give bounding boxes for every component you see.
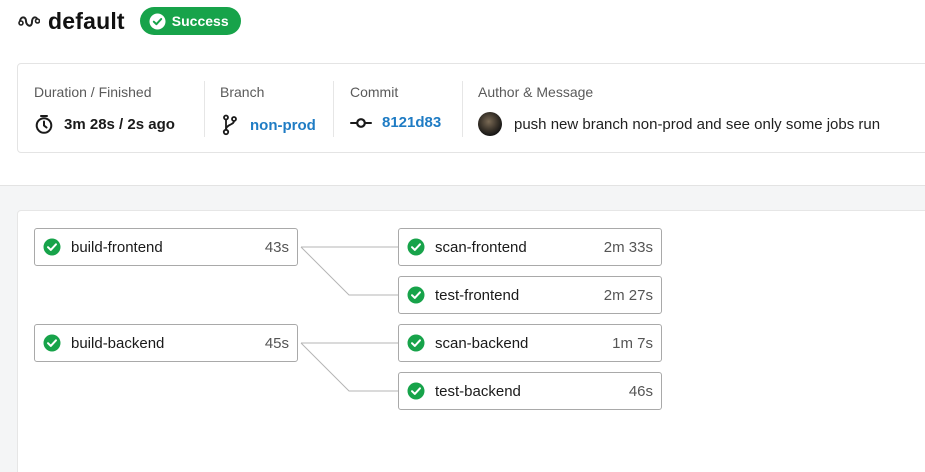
page-title: default <box>48 7 125 34</box>
commit-link[interactable]: 8121d83 <box>382 114 441 131</box>
job-name: test-backend <box>435 382 521 400</box>
job-name: scan-frontend <box>435 238 527 256</box>
duration-section: Duration / Finished 3m 28s / 2s ago <box>34 64 204 152</box>
stopwatch-icon <box>34 114 54 134</box>
duration-value: 3m 28s / 2s ago <box>34 114 175 134</box>
branch-value: non-prod <box>220 114 316 136</box>
author-section: Author & Message push new branch non-pro… <box>478 64 925 152</box>
pipeline-graph: build-frontend 43s build-backend 45s sca… <box>17 210 925 472</box>
success-check-icon <box>407 382 425 400</box>
success-check-icon <box>43 238 61 256</box>
commit-label: Commit <box>350 84 399 100</box>
job-scan-frontend[interactable]: scan-frontend 2m 33s <box>398 228 662 266</box>
avatar[interactable] <box>478 112 502 136</box>
job-duration: 2m 27s <box>603 286 653 304</box>
author-value: push new branch non-prod and see only so… <box>478 112 880 136</box>
commit-section: Commit 8121d83 <box>350 64 460 152</box>
job-name: scan-backend <box>435 334 529 352</box>
branch-icon <box>220 114 240 136</box>
status-label: Success <box>171 13 229 29</box>
job-scan-backend[interactable]: scan-backend 1m 7s <box>398 324 662 362</box>
run-info-card: Duration / Finished 3m 28s / 2s ago Bran… <box>17 63 925 153</box>
title-row: default Success <box>18 6 241 36</box>
job-build-backend[interactable]: build-backend 45s <box>34 324 298 362</box>
success-check-icon <box>407 286 425 304</box>
commit-icon <box>350 116 372 130</box>
branch-label: Branch <box>220 84 265 100</box>
success-check-icon <box>407 238 425 256</box>
branch-link[interactable]: non-prod <box>250 117 316 134</box>
commit-message: push new branch non-prod and see only so… <box>514 115 881 133</box>
success-check-icon <box>407 334 425 352</box>
job-duration: 2m 33s <box>603 238 653 256</box>
divider <box>333 81 334 137</box>
duration-text: 3m 28s / 2s ago <box>64 115 175 133</box>
job-duration: 43s <box>264 238 289 256</box>
job-test-frontend[interactable]: test-frontend 2m 27s <box>398 276 662 314</box>
job-name: build-frontend <box>71 238 163 256</box>
check-circle-icon <box>149 13 166 30</box>
divider <box>462 81 463 137</box>
pipeline-header-area: default Success Duration / Finished 3m 2… <box>0 0 925 186</box>
job-test-backend[interactable]: test-backend 46s <box>398 372 662 410</box>
divider <box>204 81 205 137</box>
author-label: Author & Message <box>478 84 594 100</box>
status-badge: Success <box>139 7 241 35</box>
job-build-frontend[interactable]: build-frontend 43s <box>34 228 298 266</box>
branch-section: Branch non-prod <box>220 64 330 152</box>
duration-label: Duration / Finished <box>34 84 152 100</box>
pipeline-wave-icon <box>18 10 40 32</box>
job-duration: 45s <box>264 334 289 352</box>
job-name: test-frontend <box>435 286 520 304</box>
commit-value: 8121d83 <box>350 114 441 131</box>
job-name: build-backend <box>71 334 165 352</box>
job-duration: 1m 7s <box>612 334 653 352</box>
success-check-icon <box>43 334 61 352</box>
job-duration: 46s <box>628 382 653 400</box>
